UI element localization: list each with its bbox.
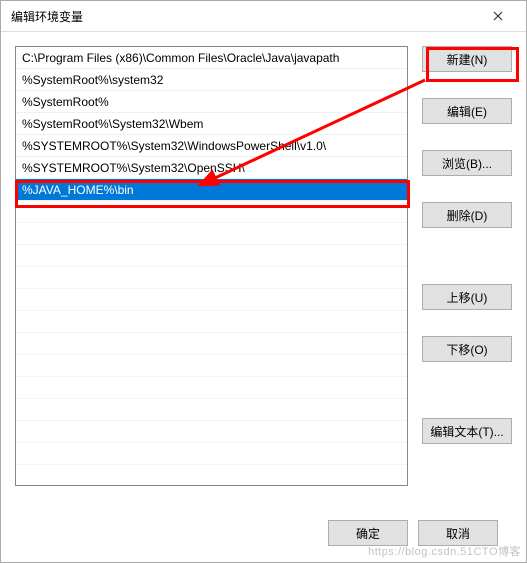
dialog-footer: 确定 取消 — [15, 504, 512, 562]
list-item-empty — [16, 245, 407, 267]
list-item-empty — [16, 311, 407, 333]
list-item[interactable]: %SYSTEMROOT%\System32\OpenSSH\ — [16, 157, 407, 179]
cancel-button[interactable]: 取消 — [418, 520, 498, 546]
titlebar: 编辑环境变量 — [1, 1, 526, 32]
list-item-empty — [16, 267, 407, 289]
dialog-window: 编辑环境变量 C:\Program Files (x86)\Common Fil… — [0, 0, 527, 563]
list-item-empty — [16, 289, 407, 311]
list-item-empty — [16, 399, 407, 421]
window-title: 编辑环境变量 — [11, 8, 478, 25]
list-item[interactable]: C:\Program Files (x86)\Common Files\Orac… — [16, 47, 407, 69]
close-icon — [493, 8, 503, 24]
close-button[interactable] — [478, 1, 518, 31]
client-area: C:\Program Files (x86)\Common Files\Orac… — [1, 32, 526, 562]
list-item-empty — [16, 201, 407, 223]
path-listbox[interactable]: C:\Program Files (x86)\Common Files\Orac… — [15, 46, 408, 486]
edit-text-button[interactable]: 编辑文本(T)... — [422, 418, 512, 444]
new-button[interactable]: 新建(N) — [422, 46, 512, 72]
list-item[interactable]: %JAVA_HOME%\bin — [16, 179, 407, 201]
list-item[interactable]: %SystemRoot%\system32 — [16, 69, 407, 91]
list-item-empty — [16, 355, 407, 377]
list-item-empty — [16, 333, 407, 355]
move-up-button[interactable]: 上移(U) — [422, 284, 512, 310]
delete-button[interactable]: 删除(D) — [422, 202, 512, 228]
list-item-empty — [16, 443, 407, 465]
list-item[interactable]: %SystemRoot% — [16, 91, 407, 113]
ok-button[interactable]: 确定 — [328, 520, 408, 546]
content-row: C:\Program Files (x86)\Common Files\Orac… — [15, 46, 512, 504]
list-item-empty — [16, 223, 407, 245]
edit-button[interactable]: 编辑(E) — [422, 98, 512, 124]
button-column: 新建(N) 编辑(E) 浏览(B)... 删除(D) 上移(U) 下移(O) 编… — [422, 46, 512, 504]
list-item-empty — [16, 421, 407, 443]
list-item[interactable]: %SystemRoot%\System32\Wbem — [16, 113, 407, 135]
list-item-empty — [16, 377, 407, 399]
move-down-button[interactable]: 下移(O) — [422, 336, 512, 362]
list-item[interactable]: %SYSTEMROOT%\System32\WindowsPowerShell\… — [16, 135, 407, 157]
browse-button[interactable]: 浏览(B)... — [422, 150, 512, 176]
